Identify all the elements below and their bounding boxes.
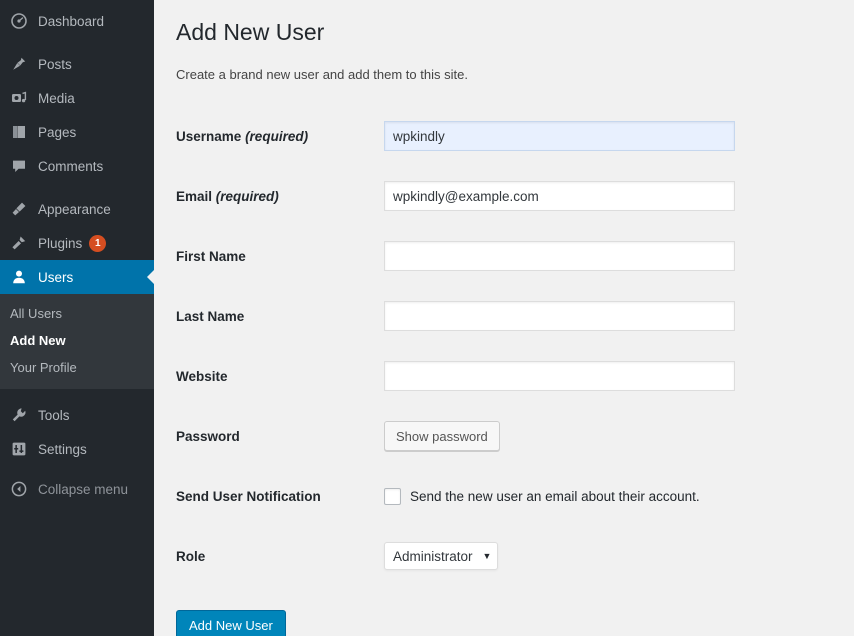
admin-page: Dashboard Posts Media Pages Comments App… (0, 0, 854, 636)
sidebar-item-label: Users (38, 269, 74, 285)
sidebar-divider (0, 183, 154, 192)
username-label: Username (required) (176, 129, 384, 144)
pin-icon (8, 54, 30, 74)
chevron-down-icon: ▼ (482, 550, 492, 561)
show-password-button[interactable]: Show password (384, 421, 500, 451)
add-user-form: Username (required) Email (required) Fir… (176, 106, 854, 636)
sidebar-divider (0, 38, 154, 47)
sidebar-item-label: Collapse menu (38, 481, 129, 497)
plug-icon (8, 233, 30, 253)
sidebar-item-settings[interactable]: Settings (0, 432, 154, 466)
pages-icon (8, 122, 30, 142)
email-label: Email (required) (176, 189, 384, 204)
sidebar-item-label: Comments (38, 158, 104, 174)
last-name-label: Last Name (176, 308, 245, 324)
sidebar-item-plugins[interactable]: Plugins 1 (0, 226, 154, 260)
password-label: Password (176, 428, 240, 444)
comment-icon (8, 156, 30, 176)
collapse-icon (8, 479, 30, 499)
submenu-item-add-new[interactable]: Add New (0, 327, 154, 354)
settings-icon (8, 439, 30, 459)
wrench-icon (8, 405, 30, 425)
form-row-password: Password Show password (176, 406, 854, 466)
sidebar-item-label: Pages (38, 124, 77, 140)
admin-sidebar: Dashboard Posts Media Pages Comments App… (0, 0, 155, 636)
form-row-send-user-notification: Send User Notification Send the new user… (176, 466, 854, 526)
form-row-role: Role Administrator ▼ (176, 526, 854, 586)
send-notification-checkbox[interactable] (384, 487, 401, 505)
sidebar-divider (0, 389, 154, 398)
media-icon (8, 88, 30, 108)
submenu-item-all-users[interactable]: All Users (0, 300, 154, 327)
sidebar-item-dashboard[interactable]: Dashboard (0, 4, 154, 38)
send-user-notification-label: Send User Notification (176, 488, 321, 504)
sidebar-item-label: Dashboard (38, 13, 105, 29)
sidebar-item-tools[interactable]: Tools (0, 398, 154, 432)
role-select[interactable]: Administrator ▼ (384, 542, 499, 570)
sidebar-item-label: Posts (38, 56, 72, 72)
sidebar-item-label: Tools (38, 407, 70, 423)
sidebar-item-label: Media (38, 90, 75, 106)
sidebar-item-users[interactable]: Users (0, 260, 155, 294)
users-submenu: All Users Add New Your Profile (0, 294, 154, 389)
first-name-input[interactable] (384, 241, 735, 271)
sidebar-item-appearance[interactable]: Appearance (0, 192, 154, 226)
submenu-item-your-profile[interactable]: Your Profile (0, 354, 154, 381)
first-name-label: First Name (176, 248, 246, 264)
website-label: Website (176, 368, 228, 384)
username-required-note: (required) (245, 128, 309, 144)
sidebar-item-collapse-menu[interactable]: Collapse menu (0, 472, 154, 506)
form-row-first-name: First Name (176, 226, 854, 286)
sidebar-item-posts[interactable]: Posts (0, 47, 154, 81)
sidebar-item-pages[interactable]: Pages (0, 115, 154, 149)
page-title: Add New User (176, 19, 325, 45)
sidebar-item-label: Plugins (38, 235, 83, 251)
form-row-website: Website (176, 346, 854, 406)
website-input[interactable] (384, 361, 735, 391)
username-input[interactable] (384, 121, 735, 151)
sidebar-item-comments[interactable]: Comments (0, 149, 154, 183)
last-name-input[interactable] (384, 301, 735, 331)
sidebar-item-media[interactable]: Media (0, 81, 154, 115)
brush-icon (8, 199, 30, 219)
page-description: Create a brand new user and add them to … (176, 67, 468, 82)
dashboard-icon (8, 11, 30, 31)
form-row-last-name: Last Name (176, 286, 854, 346)
form-row-email: Email (required) (176, 166, 854, 226)
form-row-username: Username (required) (176, 106, 854, 166)
main-content: Add New User Create a brand new user and… (154, 0, 854, 636)
username-label-text: Username (176, 128, 242, 144)
sidebar-item-label: Appearance (38, 201, 111, 217)
email-input[interactable] (384, 181, 735, 211)
role-label: Role (176, 548, 206, 564)
plugins-update-badge: 1 (89, 234, 107, 252)
email-label-text: Email (176, 188, 213, 204)
user-icon (8, 267, 30, 287)
email-required-note: (required) (215, 188, 279, 204)
role-select-value: Administrator (393, 548, 473, 564)
sidebar-item-label: Settings (38, 441, 87, 457)
form-submit-area: Add New User (176, 610, 854, 636)
notification-checkbox-row: Send the new user an email about their a… (384, 487, 700, 505)
send-notification-checkbox-label: Send the new user an email about their a… (410, 488, 700, 504)
add-new-user-button[interactable]: Add New User (176, 610, 286, 636)
